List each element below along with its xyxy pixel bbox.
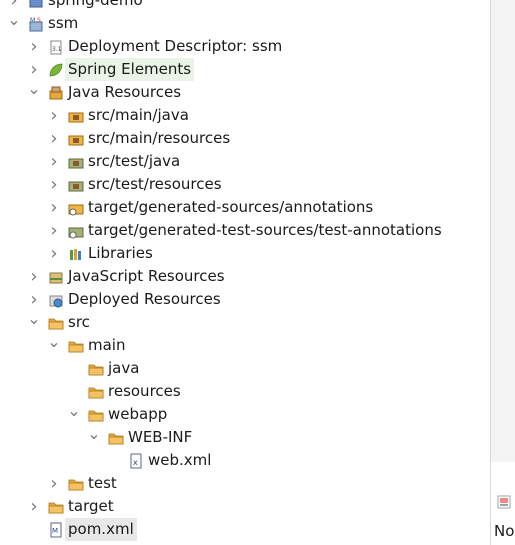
tree-item-label: test	[88, 474, 117, 492]
deployment-descriptor-icon: 3.1	[50, 40, 62, 55]
project-explorer-tree: › spring-demo ⌄ M Sssm › 3.1 Deployment Desc…	[0, 0, 490, 541]
tree-item-label: webapp	[108, 405, 168, 423]
svg-text:S: S	[37, 17, 41, 24]
folder-open-icon	[88, 410, 104, 422]
tree-item-label: target/generated-sources/annotations	[88, 198, 374, 216]
folder-open-icon	[48, 502, 64, 514]
tree-item-label: src	[68, 313, 90, 331]
tree-item[interactable]: ⌄ Java Resources	[0, 81, 490, 104]
tree-item[interactable]: ⌄ webapp	[0, 403, 490, 426]
panel-partial-text: No	[494, 522, 515, 540]
tree-item[interactable]: ⌄ WEB-INF	[0, 426, 490, 449]
tree-item[interactable]: › Libraries	[0, 242, 490, 265]
svg-text:x: x	[133, 458, 138, 467]
chevron-down-icon[interactable]: ⌄	[27, 311, 41, 334]
tree-item-label: spring-demo	[48, 0, 143, 9]
java-resources-icon	[49, 86, 63, 100]
tree-item-label: Java Resources	[68, 83, 182, 101]
deployed-resources-icon	[49, 295, 63, 308]
tree-item-label: src/test/resources	[88, 175, 222, 193]
chevron-right-icon[interactable]: ›	[47, 150, 61, 173]
tree-item-label: resources	[108, 382, 181, 400]
project-icon	[29, 0, 43, 8]
folder-open-icon	[88, 364, 104, 376]
chevron-right-icon[interactable]: ›	[47, 173, 61, 196]
chevron-right-icon[interactable]: ›	[47, 472, 61, 495]
chevron-right-icon[interactable]: ›	[47, 242, 61, 265]
tree-item[interactable]: › src/test/java	[0, 150, 490, 173]
generated-source-folder-icon	[68, 204, 84, 216]
tree-item[interactable]: › target/generated-sources/annotations	[0, 196, 490, 219]
test-source-folder-icon	[68, 158, 84, 169]
tree-item-label: java	[108, 359, 140, 377]
tree-item-label: main	[88, 336, 126, 354]
chevron-down-icon[interactable]: ⌄	[27, 81, 41, 104]
tree-item-label: src/main/java	[88, 106, 189, 124]
source-folder-icon	[68, 112, 84, 123]
tree-item-label: ssm	[48, 14, 79, 32]
generated-test-source-folder-icon	[68, 227, 84, 239]
tree-item[interactable]: › src/main/java	[0, 104, 490, 127]
svg-text:3.1: 3.1	[52, 46, 62, 53]
folder-open-icon	[68, 479, 84, 491]
chevron-down-icon[interactable]: ⌄	[7, 12, 21, 35]
tree-item-label: WEB-INF	[128, 428, 193, 446]
xml-file-icon: x	[130, 453, 142, 469]
folder-open-icon	[88, 387, 104, 399]
tree-item-label: src/test/java	[88, 152, 181, 170]
tree-item[interactable]: › src/test/resources	[0, 173, 490, 196]
tree-item-label: target/generated-test-sources/test-annot…	[88, 221, 442, 239]
spring-leaf-icon	[49, 63, 63, 77]
chevron-right-icon[interactable]: ›	[27, 288, 41, 311]
tree-item[interactable]: › target	[0, 495, 490, 518]
tree-item-label: src/main/resources	[88, 129, 231, 147]
chevron-right-icon[interactable]: ›	[27, 35, 41, 58]
tree-item-label: Spring Elements	[65, 58, 195, 81]
tree-item[interactable]: › spring-demo	[0, 0, 490, 12]
chevron-right-icon[interactable]: ›	[27, 265, 41, 288]
svg-text:M: M	[52, 527, 58, 535]
maven-pom-icon: M	[50, 522, 62, 538]
folder-open-icon	[108, 433, 124, 445]
folder-open-icon	[68, 341, 84, 353]
tree-item[interactable]: › Deployed Resources	[0, 288, 490, 311]
tree-item[interactable]: ⌄ M Sssm	[0, 12, 490, 35]
chevron-right-icon[interactable]: ›	[47, 219, 61, 242]
chevron-down-icon[interactable]: ⌄	[67, 403, 81, 426]
tree-item[interactable]: › Spring Elements	[0, 58, 490, 81]
chevron-right-icon[interactable]: ›	[47, 104, 61, 127]
tree-item-label: pom.xml	[65, 518, 137, 541]
tree-item-label: web.xml	[148, 451, 212, 469]
tree-item-label: Deployed Resources	[68, 290, 221, 308]
tree-item[interactable]: › target/generated-test-sources/test-ann…	[0, 219, 490, 242]
folder-open-icon	[48, 318, 64, 330]
panel-icon	[497, 495, 511, 509]
source-folder-icon	[68, 135, 84, 146]
chevron-right-icon[interactable]: ›	[27, 495, 41, 518]
svg-text:M: M	[30, 17, 35, 24]
tree-item[interactable]: › 3.1 Deployment Descriptor: ssm	[0, 35, 490, 58]
chevron-right-icon[interactable]: ›	[27, 58, 41, 81]
libraries-icon	[70, 249, 81, 260]
chevron-down-icon[interactable]: ⌄	[47, 334, 61, 357]
maven-project-icon: M S	[29, 17, 43, 32]
tree-item[interactable]: › src/main/resources	[0, 127, 490, 150]
javascript-resources-icon	[49, 272, 63, 284]
tree-item-label: target	[68, 497, 114, 515]
tree-item[interactable]: ⌄ src	[0, 311, 490, 334]
chevron-right-icon[interactable]: ›	[47, 196, 61, 219]
tree-item-label: Libraries	[88, 244, 153, 262]
chevron-down-icon[interactable]: ⌄	[87, 426, 101, 449]
tree-item[interactable]: › JavaScript Resources	[0, 265, 490, 288]
chevron-right-icon[interactable]: ›	[47, 127, 61, 150]
tree-item[interactable]: › test	[0, 472, 490, 495]
tree-item[interactable]: x web.xml	[0, 449, 490, 472]
test-source-folder-icon	[68, 181, 84, 192]
tree-item-label: Deployment Descriptor: ssm	[68, 37, 283, 55]
tree-item[interactable]: ⌄ main	[0, 334, 490, 357]
tree-item[interactable]: java	[0, 357, 490, 380]
tree-item[interactable]: Mpom.xml	[0, 518, 490, 541]
tree-item-label: JavaScript Resources	[68, 267, 225, 285]
tree-item[interactable]: resources	[0, 380, 490, 403]
